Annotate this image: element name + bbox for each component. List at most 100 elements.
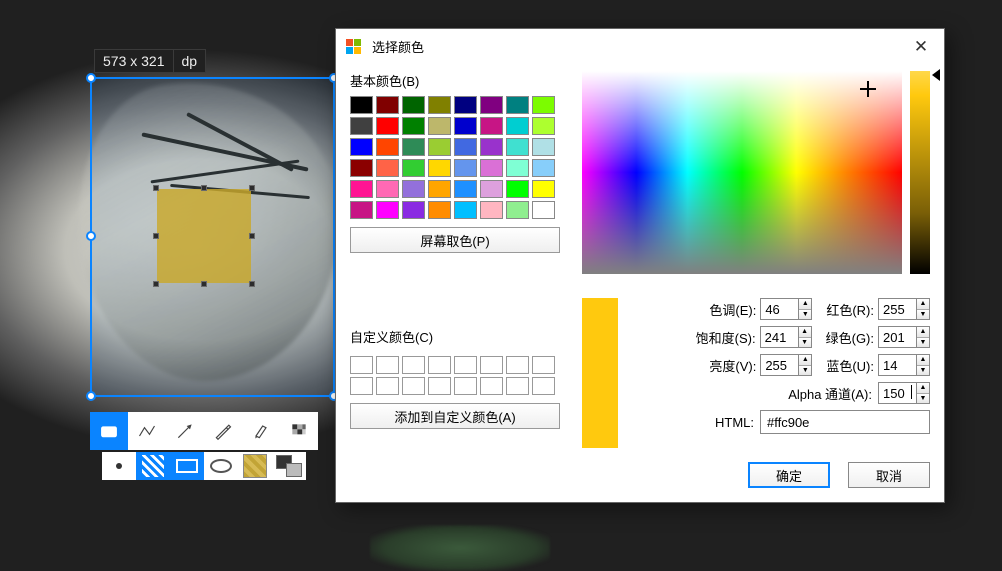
basic-color-swatch[interactable] <box>480 138 503 156</box>
basic-color-swatch[interactable] <box>402 201 425 219</box>
custom-color-slot[interactable] <box>402 356 425 374</box>
spin-up-icon[interactable]: ▲ <box>799 327 811 337</box>
custom-color-slot[interactable] <box>506 356 529 374</box>
sat-input[interactable] <box>760 326 798 348</box>
basic-color-swatch[interactable] <box>506 180 529 198</box>
spin-up-icon[interactable]: ▲ <box>917 299 929 309</box>
basic-color-swatch[interactable] <box>376 117 399 135</box>
spin-down-icon[interactable]: ▼ <box>917 393 929 404</box>
shape-handle[interactable] <box>249 185 255 191</box>
mosaic-tool-button[interactable] <box>280 412 318 450</box>
selection-handle[interactable] <box>86 231 96 241</box>
alpha-spinner[interactable]: ▲▼ <box>878 382 930 404</box>
sat-spinner[interactable]: ▲▼ <box>760 326 812 348</box>
dialog-titlebar[interactable]: 选择颜色 ✕ <box>336 29 944 63</box>
basic-color-swatch[interactable] <box>506 201 529 219</box>
spin-up-icon[interactable]: ▲ <box>799 299 811 309</box>
basic-color-swatch[interactable] <box>506 96 529 114</box>
basic-color-swatch[interactable] <box>376 180 399 198</box>
custom-color-slot[interactable] <box>376 356 399 374</box>
basic-color-swatch[interactable] <box>506 117 529 135</box>
shape-handle[interactable] <box>153 185 159 191</box>
hue-spinner[interactable]: ▲▼ <box>760 298 812 320</box>
custom-color-slot[interactable] <box>376 377 399 395</box>
basic-color-swatch[interactable] <box>428 180 451 198</box>
basic-color-swatch[interactable] <box>428 201 451 219</box>
custom-color-slot[interactable] <box>402 377 425 395</box>
color-gradient-field[interactable] <box>582 71 902 274</box>
basic-color-swatch[interactable] <box>480 159 503 177</box>
shape-handle[interactable] <box>249 281 255 287</box>
shape-handle[interactable] <box>201 281 207 287</box>
cancel-button[interactable]: 取消 <box>848 462 930 488</box>
brush-size-button[interactable] <box>102 452 136 480</box>
fill-color-swatch[interactable] <box>238 452 272 480</box>
spin-down-icon[interactable]: ▼ <box>917 337 929 348</box>
basic-color-swatch[interactable] <box>402 117 425 135</box>
basic-color-swatch[interactable] <box>480 117 503 135</box>
custom-color-slot[interactable] <box>480 377 503 395</box>
basic-color-swatch[interactable] <box>506 138 529 156</box>
basic-color-swatch[interactable] <box>532 117 555 135</box>
custom-color-slot[interactable] <box>350 356 373 374</box>
custom-color-slot[interactable] <box>350 377 373 395</box>
selection-rect[interactable] <box>90 77 335 397</box>
basic-color-swatch[interactable] <box>402 138 425 156</box>
basic-color-swatch[interactable] <box>350 159 373 177</box>
blue-spinner[interactable]: ▲▼ <box>878 354 930 376</box>
arrow-tool-button[interactable] <box>166 412 204 450</box>
val-input[interactable] <box>760 354 798 376</box>
custom-color-slot[interactable] <box>428 356 451 374</box>
basic-color-swatch[interactable] <box>428 159 451 177</box>
pencil-tool-button[interactable] <box>204 412 242 450</box>
spin-down-icon[interactable]: ▼ <box>799 309 811 320</box>
basic-color-swatch[interactable] <box>454 138 477 156</box>
close-button[interactable]: ✕ <box>904 36 938 57</box>
val-spinner[interactable]: ▲▼ <box>760 354 812 376</box>
html-hex-input[interactable] <box>760 410 930 434</box>
basic-color-swatch[interactable] <box>350 201 373 219</box>
basic-color-swatch[interactable] <box>454 96 477 114</box>
basic-color-swatch[interactable] <box>480 180 503 198</box>
add-custom-color-button[interactable]: 添加到自定义颜色(A) <box>350 403 560 429</box>
custom-color-slot[interactable] <box>506 377 529 395</box>
basic-color-swatch[interactable] <box>454 117 477 135</box>
basic-color-swatch[interactable] <box>480 96 503 114</box>
spin-up-icon[interactable]: ▲ <box>917 327 929 337</box>
shape-handle[interactable] <box>201 185 207 191</box>
custom-color-slot[interactable] <box>428 377 451 395</box>
basic-color-swatch[interactable] <box>428 96 451 114</box>
custom-color-slot[interactable] <box>480 356 503 374</box>
fill-pattern-button[interactable] <box>136 452 170 480</box>
basic-color-swatch[interactable] <box>454 159 477 177</box>
basic-color-swatch[interactable] <box>402 96 425 114</box>
basic-color-swatch[interactable] <box>532 138 555 156</box>
basic-color-swatch[interactable] <box>454 180 477 198</box>
shape-handle[interactable] <box>153 233 159 239</box>
value-slider-thumb-icon[interactable] <box>932 69 940 81</box>
screen-pick-button[interactable]: 屏幕取色(P) <box>350 227 560 253</box>
shape-rectangle-button[interactable] <box>170 452 204 480</box>
shape-handle[interactable] <box>153 281 159 287</box>
basic-color-swatch[interactable] <box>402 180 425 198</box>
ok-button[interactable]: 确定 <box>748 462 830 488</box>
spin-down-icon[interactable]: ▼ <box>799 365 811 376</box>
selection-handle[interactable] <box>86 391 96 401</box>
basic-color-swatch[interactable] <box>532 159 555 177</box>
green-input[interactable] <box>878 326 916 348</box>
spin-up-icon[interactable]: ▲ <box>917 383 929 393</box>
basic-color-swatch[interactable] <box>532 180 555 198</box>
basic-color-swatch[interactable] <box>506 159 529 177</box>
rectangle-tool-button[interactable] <box>90 412 128 450</box>
selection-handle[interactable] <box>86 73 96 83</box>
red-input[interactable] <box>878 298 916 320</box>
value-slider[interactable] <box>910 71 930 274</box>
hue-input[interactable] <box>760 298 798 320</box>
green-spinner[interactable]: ▲▼ <box>878 326 930 348</box>
marker-tool-button[interactable] <box>242 412 280 450</box>
basic-color-swatch[interactable] <box>428 138 451 156</box>
spin-down-icon[interactable]: ▼ <box>799 337 811 348</box>
fg-bg-swap[interactable] <box>272 452 306 480</box>
custom-color-slot[interactable] <box>454 356 477 374</box>
basic-color-swatch[interactable] <box>532 96 555 114</box>
